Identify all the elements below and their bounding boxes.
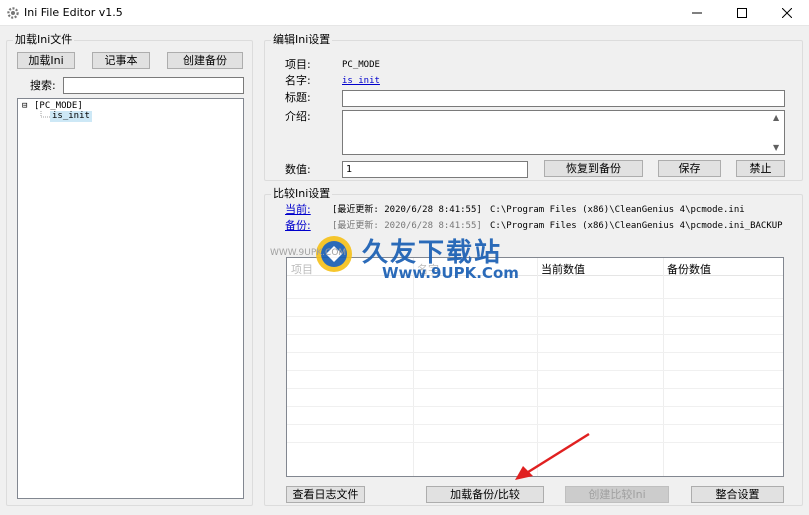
watermark-small-url: WWW.9UPK.COM [270,248,347,258]
merge-settings-button[interactable]: 整合设置 [691,486,784,503]
grid-row-divider [287,316,783,317]
scroll-up-icon[interactable]: ▲ [773,113,779,122]
value-label: 数值: [285,163,311,176]
title-bar: Ini File Editor v1.5 [0,0,809,26]
view-log-button[interactable]: 查看日志文件 [286,486,365,503]
grid-row-divider [287,406,783,407]
title-input[interactable] [342,90,785,107]
save-button[interactable]: 保存 [658,160,721,177]
restore-backup-button[interactable]: 恢复到备份 [544,160,643,177]
intro-textarea[interactable]: ▲ ▼ [342,110,785,155]
maximize-icon [737,8,747,18]
grid-row-divider [287,298,783,299]
load-ini-group-title: 加载Ini文件 [13,33,75,46]
close-icon [782,8,792,18]
grid-row-divider [287,334,783,335]
search-label: 搜索: [30,79,56,92]
compare-ini-group-title: 比较Ini设置 [271,187,333,200]
intro-scrollbar[interactable]: ▲ ▼ [770,111,784,154]
window-title: Ini File Editor v1.5 [24,6,123,19]
minimize-icon [692,12,702,14]
watermark-url: Www.9UPK.Com [382,264,519,282]
red-arrow-icon [515,432,590,480]
grid-row-divider [287,424,783,425]
tree-collapse-icon[interactable]: ⊟ [22,101,27,112]
grid-row-divider [287,370,783,371]
grid-row-divider [287,388,783,389]
gear-icon [7,7,19,19]
maximize-button[interactable] [720,0,764,26]
grid-row-divider [287,352,783,353]
edit-ini-group-title: 编辑Ini设置 [271,33,333,46]
backup-path: C:\Program Files (x86)\CleanGenius 4\pcm… [490,221,783,231]
name-label: 名字: [285,74,311,87]
create-compare-ini-button[interactable]: 创建比较Ini [565,486,669,503]
load-backup-compare-button[interactable]: 加载备份/比较 [426,486,544,503]
intro-label: 介绍: [285,110,311,123]
col-header-backup[interactable]: 备份数值 [667,261,711,277]
notepad-button[interactable]: 记事本 [92,52,150,69]
backup-link[interactable]: 备份: [285,219,311,232]
title-label: 标题: [285,91,311,104]
load-ini-button[interactable]: 加载Ini [17,52,75,69]
current-updated: [最近更新: 2020/6/28 8:41:55] [332,205,482,215]
value-input[interactable] [342,161,528,178]
search-input[interactable] [63,77,244,94]
tree-node-is-init[interactable]: is_init [50,111,92,122]
current-path: C:\Program Files (x86)\CleanGenius 4\pcm… [490,205,745,215]
disable-button[interactable]: 禁止 [736,160,785,177]
ini-tree[interactable]: ⊟ [PC_MODE] is_init [17,98,244,499]
close-button[interactable] [765,0,809,26]
item-label: 项目: [285,58,311,71]
name-value-link[interactable]: is_init [342,75,380,88]
current-link[interactable]: 当前: [285,203,311,216]
col-header-current[interactable]: 当前数值 [541,261,585,277]
minimize-button[interactable] [675,0,719,26]
scroll-down-icon[interactable]: ▼ [773,143,779,152]
watermark: WWW.9UPK.COM 久友下载站 Www.9UPK.Com [270,232,530,294]
grid-col-divider [663,258,664,476]
create-backup-button[interactable]: 创建备份 [167,52,243,69]
item-value: PC_MODE [342,60,380,70]
